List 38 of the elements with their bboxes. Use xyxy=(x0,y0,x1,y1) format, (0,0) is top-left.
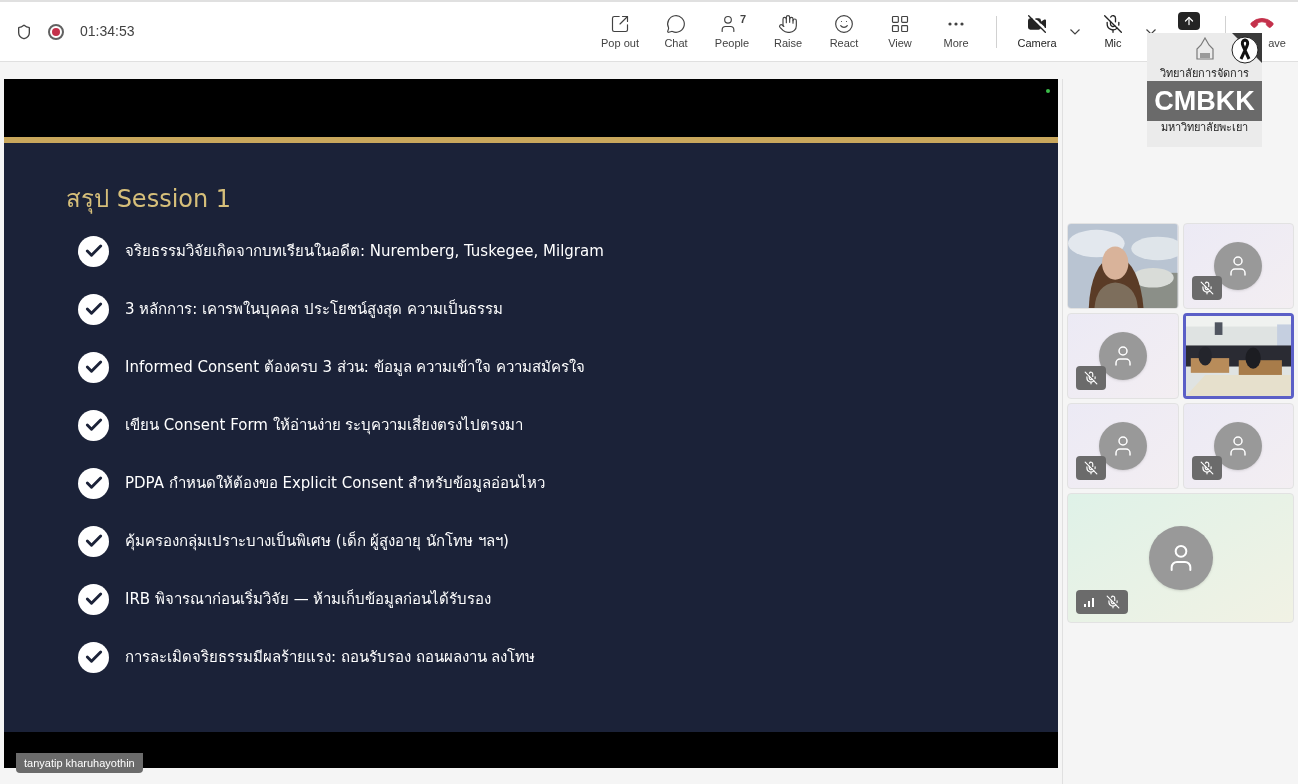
toolbar-button[interactable]: Chat xyxy=(648,5,704,58)
avatar-icon xyxy=(1214,422,1263,470)
avatar-icon xyxy=(1098,332,1147,380)
mic-button[interactable]: Mic xyxy=(1085,5,1141,58)
logo-bottom-text: มหาวิทยาลัยพะเยา xyxy=(1161,120,1248,135)
toolbar-button[interactable]: 7 People xyxy=(704,5,760,58)
shield-icon xyxy=(16,23,32,40)
avatar-icon xyxy=(1098,422,1147,470)
smiley-icon xyxy=(834,14,854,34)
call-timer: 01:34:53 xyxy=(80,22,135,41)
bullet-text: Informed Consent ต้องครบ 3 ส่วน: ข้อมูล ความเข้าใจ ความสมัครใจ xyxy=(125,356,586,378)
camera-button[interactable]: Camera xyxy=(1009,5,1065,58)
logo-wordmark: CMBKK xyxy=(1147,80,1262,121)
bullet-text: PDPA กำหนดให้ต้องขอ Explicit Consent สำหรับข้อมูลอ่อนไหว xyxy=(125,472,546,494)
avatar-icon xyxy=(1214,242,1263,290)
bullet-text: คุ้มครองกลุ่มเปราะบางเป็นพิเศษ (เด็ก ผู้สูงอายุ นักโทษ ฯลฯ) xyxy=(125,530,509,553)
bullet-text: การละเมิดจริยธรรมมีผลร้ายแรง: ถอนรับรอง ถอนผลงาน ลงโทษ xyxy=(125,646,536,668)
bullet-text: IRB พิจารณาก่อนเริ่มวิจัย — ห้ามเก็บข้อมูลก่อนได้รับรอง xyxy=(125,588,492,610)
bullet-text: เขียน Consent Form ให้อ่านง่าย ระบุความเสี่ยงตรงไปตรงมา xyxy=(125,414,524,437)
presenter-name: tanyatip kharuhayothin xyxy=(16,752,143,773)
more-icon xyxy=(948,22,964,26)
share-icon xyxy=(1178,11,1200,30)
toolbar-button[interactable]: React xyxy=(816,5,872,58)
bullet-text: จริยธรรมวิจัยเกิดจากบทเรียนในอดีต: Nuremberg, Tuskegee, Milgram xyxy=(125,240,604,262)
bullet-text: 3 หลักการ: เคารพในบุคคล ประโยชน์สูงสุด ความเป็นธรรม xyxy=(125,298,503,321)
toolbar-button[interactable]: More xyxy=(928,5,984,58)
toolbar-button[interactable]: View xyxy=(872,5,928,58)
emblem-icon xyxy=(1193,37,1216,63)
logo-top-text: วิทยาลัยการจัดการ xyxy=(1160,67,1249,81)
pop-out-icon xyxy=(610,14,630,34)
toolbar-button[interactable]: Pop out xyxy=(592,5,648,58)
chat-bubble-icon xyxy=(666,14,686,34)
slide-title: สรุป Session 1 xyxy=(66,184,233,216)
people-count: 7 xyxy=(739,14,747,25)
grid-icon xyxy=(890,14,910,34)
hand-icon xyxy=(778,14,798,34)
caret-icon xyxy=(1070,28,1080,35)
toolbar-button[interactable]: Raise xyxy=(760,5,816,58)
